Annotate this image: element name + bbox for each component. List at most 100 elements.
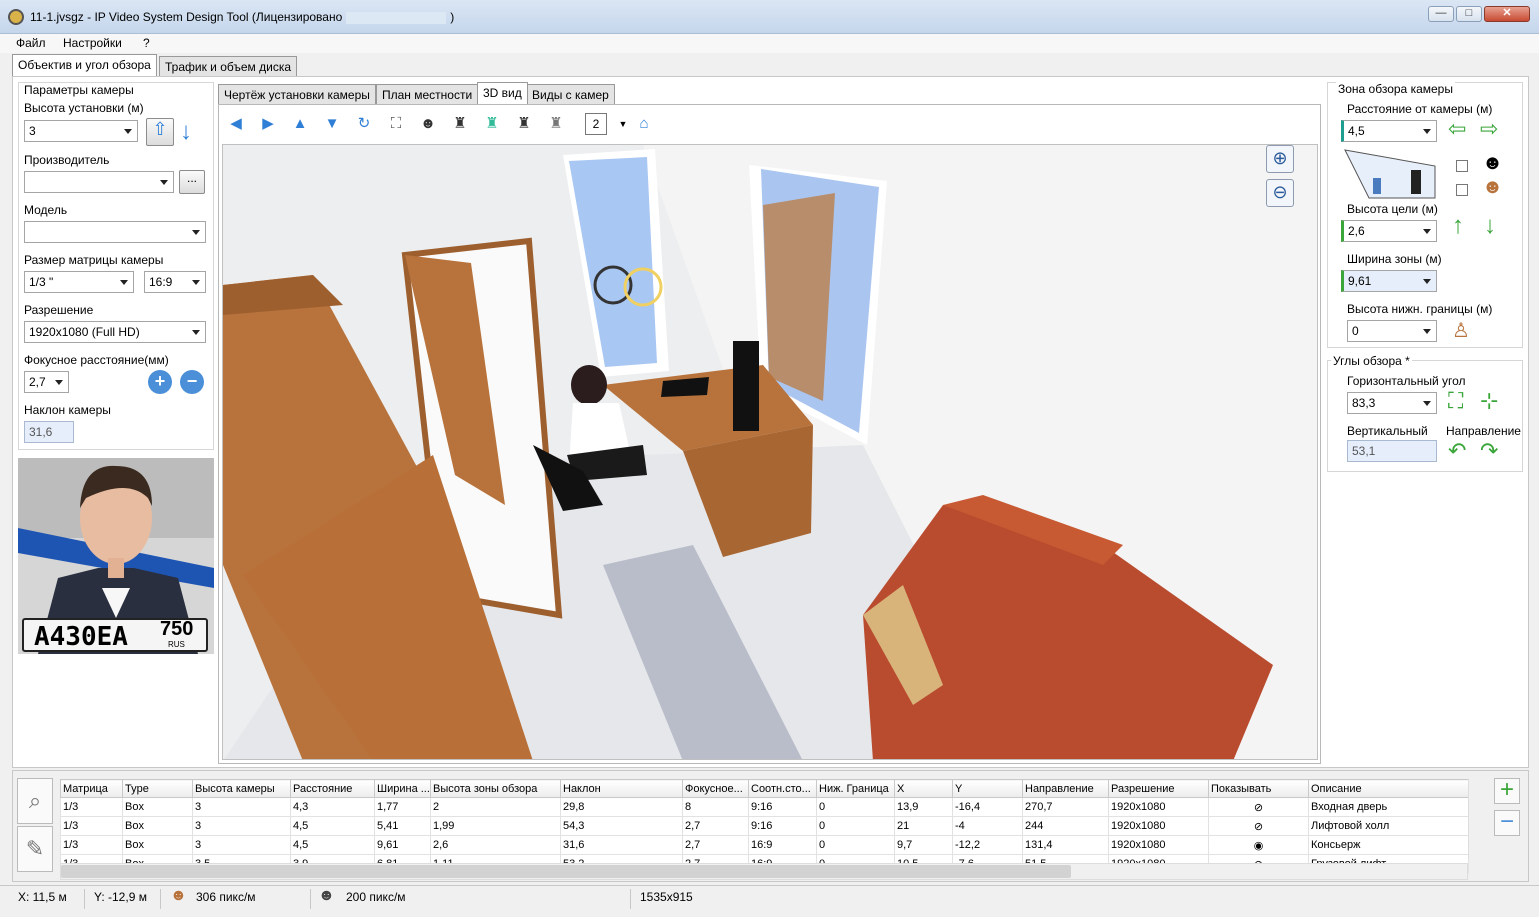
distance-increase-button[interactable]: ⇨ [1480, 116, 1498, 142]
narrow-angle-button[interactable]: ⊹ [1480, 388, 1498, 414]
nav-right-button[interactable]: ▶ [256, 112, 280, 136]
silhouette-view-2-button[interactable]: ♜ [480, 112, 504, 136]
nav-down-button[interactable]: ▼ [320, 112, 344, 136]
tab-install-drawing[interactable]: Чертёж установки камеры [218, 84, 376, 104]
fit-view-button[interactable]: ⛶ [384, 112, 408, 136]
edit-camera-button[interactable]: ✎ [17, 826, 53, 872]
menu-help[interactable]: ? [143, 36, 150, 50]
focal-minus-button[interactable]: − [180, 370, 204, 394]
male-target-checkbox[interactable] [1456, 160, 1468, 172]
column-header[interactable]: Type [122, 779, 193, 798]
eye-off-icon: ⊘ [1208, 816, 1309, 836]
menu-file[interactable]: Файл [16, 36, 46, 50]
license-plate: A430EA 750 RUS [22, 618, 208, 652]
table-cell: Входная дверь [1308, 797, 1469, 817]
focal-plus-button[interactable]: + [148, 370, 172, 394]
silhouette-view-3-button[interactable]: ♜ [512, 112, 536, 136]
zone-width-label: Ширина зоны (м) [1347, 252, 1442, 266]
manufacturer-more-button[interactable]: ... [179, 170, 205, 194]
remove-camera-button[interactable]: − [1494, 810, 1520, 836]
triangle-left-icon: ◀ [230, 115, 242, 132]
status-density-female: 306 пикс/м [196, 890, 256, 904]
height-select[interactable]: 3 [24, 120, 138, 142]
tilt-field[interactable]: 31,6 [24, 421, 74, 443]
distance-select[interactable]: 4,5 [1341, 120, 1437, 142]
column-header[interactable]: Расстояние [290, 779, 375, 798]
status-density-male: 200 пикс/м [346, 890, 406, 904]
column-header[interactable]: Направление [1022, 779, 1109, 798]
rotate-left-button[interactable]: ↶ [1448, 438, 1466, 464]
table-horizontal-scroll-thumb[interactable] [61, 865, 1071, 878]
rotate-button[interactable]: ↻ [352, 112, 376, 136]
target-height-select[interactable]: 2,6 [1341, 220, 1437, 242]
height-down-button[interactable]: ↓ [180, 118, 192, 146]
person-view-button[interactable]: ☻ [416, 112, 440, 136]
manufacturer-select[interactable] [24, 171, 174, 193]
rotate-right-button[interactable]: ↷ [1480, 438, 1498, 464]
column-header[interactable]: Соотн.сто... [748, 779, 817, 798]
column-header[interactable]: Высота камеры [192, 779, 291, 798]
table-cell: 2,7 [682, 816, 749, 836]
zoom-out-button[interactable]: ⊖ [1266, 179, 1294, 207]
rotate-right-icon: ↷ [1480, 438, 1499, 463]
column-header[interactable]: Y [952, 779, 1023, 798]
column-header[interactable]: Показывать [1208, 779, 1309, 798]
column-header[interactable]: Описание [1308, 779, 1469, 798]
female-target-checkbox[interactable] [1456, 184, 1468, 196]
female-density-icon: ☻ [170, 887, 187, 904]
tab-lens-angle[interactable]: Объектив и угол обзора [12, 54, 157, 76]
close-button[interactable]: ✕ [1484, 6, 1530, 22]
table-row[interactable]: 1/3 Box 3 4,5 9,61 2,6 31,6 2,7 16:9 0 9,7 -12,2 131… [60, 835, 1469, 855]
zone-width-select[interactable]: 9,61 [1341, 270, 1437, 292]
column-header[interactable]: Ниж. Граница [816, 779, 895, 798]
minimize-button[interactable]: — [1428, 6, 1454, 22]
column-header[interactable]: Фокусное... [682, 779, 749, 798]
status-bar: X: 11,5 м Y: -12,9 м ☻ 306 пикс/м ☻ 200 … [0, 885, 1539, 917]
aspect-select[interactable]: 16:9 [144, 271, 206, 293]
lower-limit-select[interactable]: 0 [1347, 320, 1437, 342]
nav-left-button[interactable]: ◀ [224, 112, 248, 136]
table-row[interactable]: 1/3 Box 3 4,5 5,41 1,99 54,3 2,7 9:16 0 21 -4 244 192… [60, 816, 1469, 836]
count-selector[interactable]: 2 [585, 113, 607, 135]
target-height-down-button[interactable]: ↓ [1484, 212, 1496, 240]
column-header[interactable]: X [894, 779, 953, 798]
table-row[interactable]: 1/3 Box 3 4,3 1,77 2 29,8 8 9:16 0 13,9 -16,4 270,7 1… [60, 797, 1469, 817]
vertical-field[interactable]: 53,1 [1347, 440, 1437, 462]
column-header[interactable]: Матрица [60, 779, 123, 798]
silhouette-view-1-button[interactable]: ♜ [448, 112, 472, 136]
camera-list-button[interactable]: ⌕ [17, 778, 53, 824]
arrow-down-icon: ↓ [180, 118, 192, 145]
column-header[interactable]: Высота зоны обзора [430, 779, 561, 798]
widen-angle-button[interactable]: ⛶ [1448, 388, 1463, 414]
resolution-select[interactable]: 1920x1080 (Full HD) [24, 321, 206, 343]
table-horizontal-scrollbar[interactable] [60, 863, 1468, 880]
menu-settings[interactable]: Настройки [63, 36, 122, 50]
column-header[interactable]: Ширина ... [374, 779, 431, 798]
focal-select[interactable]: 2,7 [24, 371, 69, 393]
add-camera-button[interactable]: + [1494, 778, 1520, 804]
tab-traffic-disk[interactable]: Трафик и объем диска [159, 56, 297, 76]
column-header[interactable]: Наклон [560, 779, 683, 798]
table-vertical-scrollbar[interactable] [1468, 779, 1485, 859]
silhouette-view-4-button[interactable]: ♜ [544, 112, 568, 136]
distance-decrease-button[interactable]: ⇦ [1448, 116, 1466, 142]
3d-viewport[interactable]: ⊕ ⊖ [222, 144, 1318, 760]
height-up-button[interactable]: ⇧ [146, 118, 174, 146]
app-icon [8, 9, 24, 25]
target-height-up-button[interactable]: ↑ [1452, 212, 1464, 240]
female-target-icon: ☻ [1482, 176, 1504, 198]
horizontal-select[interactable]: 83,3 [1347, 392, 1437, 414]
sensor-select[interactable]: 1/3 " [24, 271, 134, 293]
zone-title: Зона обзора камеры [1336, 82, 1455, 96]
maximize-button[interactable]: □ [1456, 6, 1482, 22]
tab-camera-views[interactable]: Виды с камер [526, 84, 615, 104]
column-header[interactable]: Разрешение [1108, 779, 1209, 798]
silhouette-icon: ♜ [453, 115, 467, 132]
zoom-in-button[interactable]: ⊕ [1266, 145, 1294, 173]
tab-site-plan[interactable]: План местности [376, 84, 479, 104]
tab-3d-view[interactable]: 3D вид [477, 82, 528, 104]
nav-up-button[interactable]: ▲ [288, 112, 312, 136]
model-select[interactable] [24, 221, 206, 243]
plus-icon: + [1499, 776, 1514, 803]
camera-tool-button[interactable]: ⌂ [632, 112, 656, 136]
